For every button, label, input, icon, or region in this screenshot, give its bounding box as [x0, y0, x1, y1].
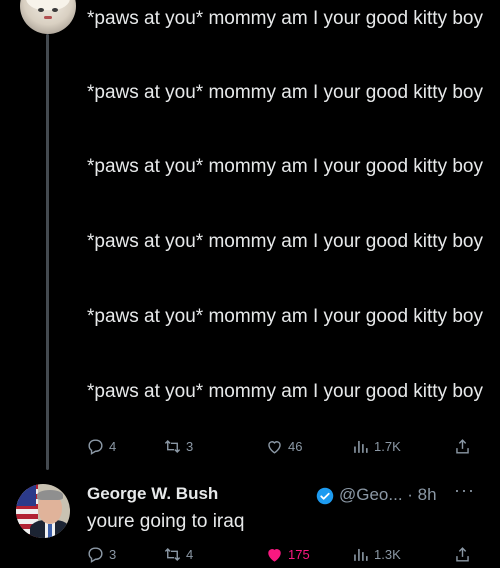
views-icon [354, 548, 368, 561]
thread-connector-line [46, 34, 49, 470]
tweet-paragraph: *paws at you* mommy am I your good kitty… [87, 306, 483, 327]
tweet-paragraph: *paws at you* mommy am I your good kitty… [87, 231, 483, 252]
share-icon [456, 438, 469, 454]
tweet-paragraph: *paws at you* mommy am I your good kitty… [87, 156, 483, 177]
tweet-thread: *paws at you* mommy am I your good kitty… [0, 0, 500, 568]
retweet-icon [164, 547, 181, 561]
reply-text: youre going to iraq [87, 511, 245, 532]
retweet-icon [164, 439, 181, 453]
parent-action-bar: 4 3 46 1.7K [86, 434, 478, 458]
views-button[interactable]: 1.3K [351, 542, 401, 566]
reply-action-bar: 3 4 175 1.3K [86, 542, 478, 566]
more-icon[interactable]: ··· [454, 480, 475, 501]
like-button[interactable]: 175 [265, 542, 310, 566]
tweet-paragraph: *paws at you* mommy am I your good kitty… [87, 381, 483, 402]
retweet-button[interactable]: 3 [163, 434, 193, 458]
tweet-paragraph: *paws at you* mommy am I your good kitty… [87, 8, 483, 29]
share-button[interactable] [453, 542, 476, 566]
reply-count: 3 [109, 546, 117, 562]
like-icon [268, 548, 281, 562]
like-button[interactable]: 46 [265, 434, 302, 458]
reply-icon [88, 546, 103, 563]
parent-avatar[interactable] [20, 0, 76, 34]
reply-count: 4 [109, 438, 117, 454]
author-handle-time[interactable]: @Geo... · 8h [339, 485, 437, 505]
like-icon [268, 440, 281, 454]
views-count: 1.3K [374, 546, 401, 562]
retweet-count: 4 [186, 546, 194, 562]
retweet-count: 3 [186, 438, 194, 454]
verified-icon [316, 487, 334, 505]
retweet-button[interactable]: 4 [163, 542, 193, 566]
share-button[interactable] [453, 434, 476, 458]
tweet-paragraph: *paws at you* mommy am I your good kitty… [87, 82, 483, 103]
share-icon [456, 546, 469, 562]
like-count: 175 [288, 546, 310, 562]
views-count: 1.7K [374, 438, 401, 454]
like-count: 46 [288, 438, 303, 454]
views-icon [354, 440, 368, 453]
reply-avatar[interactable] [16, 484, 70, 538]
reply-button[interactable]: 4 [86, 434, 116, 458]
reply-button[interactable]: 3 [86, 542, 116, 566]
author-name[interactable]: George W. Bush [87, 484, 218, 504]
reply-icon [88, 438, 103, 455]
views-button[interactable]: 1.7K [351, 434, 401, 458]
